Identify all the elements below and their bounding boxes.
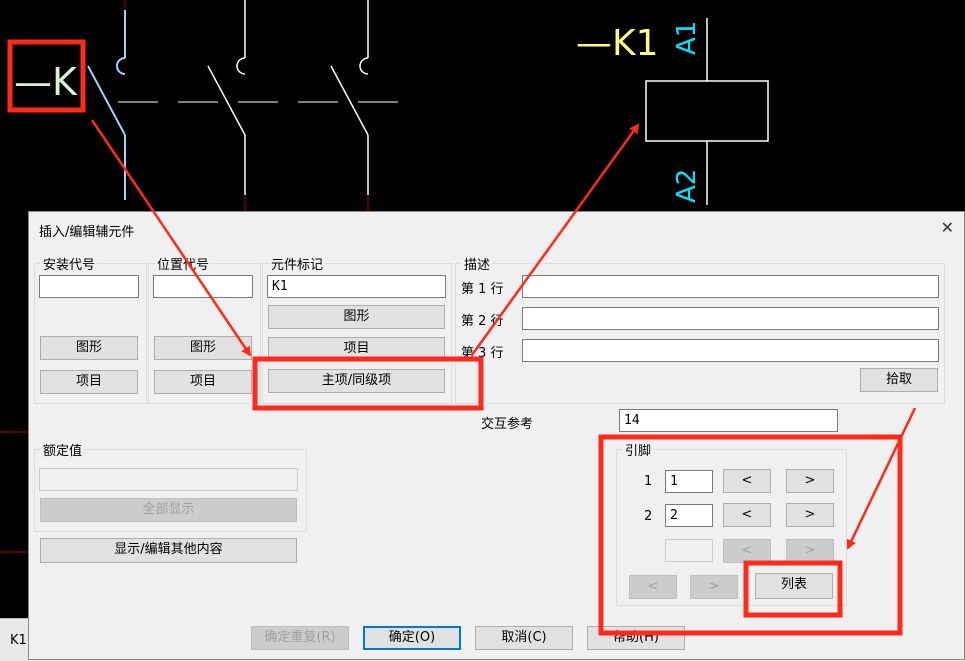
pin2-input[interactable]: 2 [665,504,713,527]
pin3-next-button[interactable]: > [786,539,834,563]
location-code-legend: 位置代号 [157,258,210,273]
close-icon[interactable]: ✕ [941,218,954,237]
status-text: K1 [10,633,27,648]
description-legend: 描述 [464,258,491,273]
pin2-prev-button[interactable]: < [723,503,771,527]
pin3-input[interactable] [665,539,713,562]
coil-symbol [645,80,769,142]
desc-line1-label: 第 1 行 [461,282,504,297]
pin-list-button[interactable]: 列表 [755,573,833,599]
pins-legend: 引脚 [625,444,652,459]
coil-tag: —K1 [576,23,659,64]
pick-button[interactable]: 拾取 [860,368,938,392]
install-code-input[interactable] [39,275,139,298]
pin3-prev-button[interactable]: < [723,539,771,563]
ok-button[interactable]: 确定(O) [363,626,461,650]
pin1-number: 1 [644,474,653,489]
cross-ref-input[interactable]: 14 [619,409,838,432]
show-edit-other-button[interactable]: 显示/编辑其他内容 [40,538,297,563]
cancel-button[interactable]: 取消(C) [475,626,573,650]
ok-repeat-button[interactable]: 确定重复(R) [251,626,349,650]
location-graphic-button[interactable]: 图形 [154,336,252,360]
desc-line3-label: 第 3 行 [461,346,504,361]
desc-line2-label: 第 2 行 [461,314,504,329]
pin1-next-button[interactable]: > [786,469,834,493]
component-graphic-button[interactable]: 图形 [268,305,445,329]
install-project-button[interactable]: 项目 [40,370,138,394]
cross-ref-label: 交互参考 [481,417,534,432]
main-peer-item-button[interactable]: 主项/同级项 [268,369,445,393]
pin-a2-label: A2 [672,169,702,203]
insert-edit-aux-dialog: 插入/编辑辅元件 ✕ 安装代号 图形 项目 位置代号 图形 项目 元件标记 K1… [28,211,965,660]
rating-legend: 额定值 [43,444,83,459]
page-next-button[interactable]: > [690,575,738,599]
pin2-next-button[interactable]: > [786,503,834,527]
show-all-button[interactable]: 全部显示 [40,498,297,522]
install-graphic-button[interactable]: 图形 [40,336,138,360]
desc-line3-input[interactable] [522,339,939,362]
dialog-title: 插入/编辑辅元件 [39,225,135,240]
switch-contact-1 [87,10,126,200]
rating-input[interactable] [39,468,298,491]
location-project-button[interactable]: 项目 [154,370,252,394]
page-prev-button[interactable]: < [629,575,677,599]
install-code-legend: 安装代号 [43,258,96,273]
component-tag-input[interactable]: K1 [267,275,446,298]
pin2-number: 2 [644,509,653,524]
help-button[interactable]: 帮助(H) [587,626,685,650]
desc-line1-input[interactable] [522,275,939,298]
contact-tag: —K [14,60,78,104]
pin-a1-label: A1 [672,21,702,55]
location-code-input[interactable] [153,275,253,298]
pin1-input[interactable]: 1 [665,470,713,493]
component-tag-legend: 元件标记 [271,258,324,273]
pin1-prev-button[interactable]: < [723,469,771,493]
component-project-button[interactable]: 项目 [268,337,445,361]
desc-line2-input[interactable] [522,307,939,330]
